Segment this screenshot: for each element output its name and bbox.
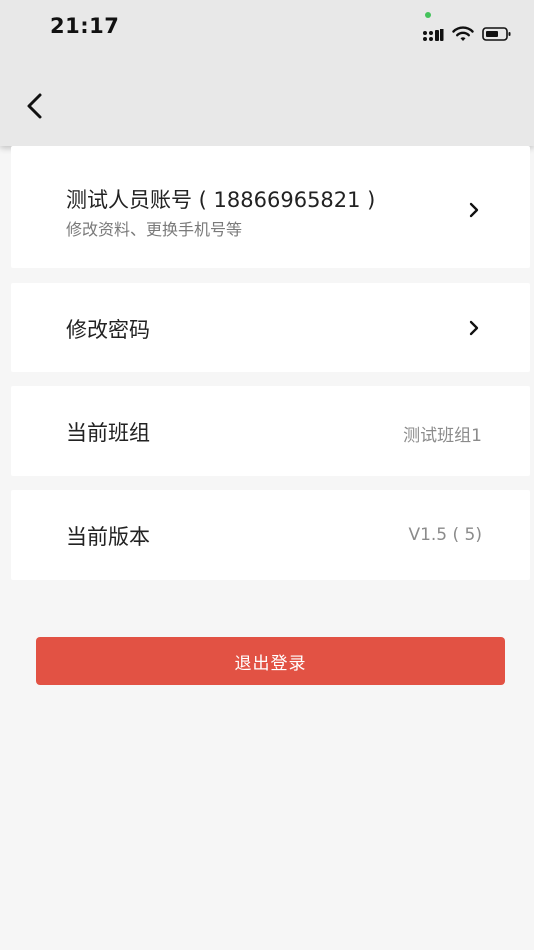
account-subtitle: 修改资料、更换手机号等 bbox=[66, 220, 243, 239]
logout-button[interactable]: 退出登录 bbox=[36, 637, 505, 685]
current-team-item: 当前班组 测试班组1 bbox=[11, 386, 530, 476]
chevron-left-icon bbox=[27, 93, 42, 119]
account-item[interactable]: 测试人员账号 ( 18866965821 ) 修改资料、更换手机号等 bbox=[11, 146, 530, 268]
status-icons bbox=[422, 25, 512, 43]
change-password-label: 修改密码 bbox=[66, 318, 150, 342]
chevron-right-icon bbox=[466, 320, 482, 336]
account-title: 测试人员账号 ( 18866965821 ) bbox=[66, 188, 376, 212]
settings-screen: 21:17 测试人员账号 (18866965821) 修改资料、更换手机号等… bbox=[0, 0, 534, 950]
current-version-value: V1.5 ( 5) bbox=[408, 525, 482, 545]
wifi-icon bbox=[452, 26, 474, 42]
status-time: 21:17 bbox=[50, 14, 120, 38]
current-team-label: 当前班组 bbox=[66, 421, 150, 445]
battery-icon bbox=[482, 26, 512, 42]
current-version-label: 当前版本 bbox=[66, 525, 150, 549]
chevron-right-icon bbox=[466, 202, 482, 218]
current-version-item: 当前版本 V1.5 ( 5) bbox=[11, 490, 530, 580]
change-password-item[interactable]: 修改密码 bbox=[11, 283, 530, 372]
signal-icon bbox=[422, 25, 444, 43]
privacy-indicator-icon bbox=[425, 12, 431, 18]
current-team-value: 测试班组1 bbox=[403, 426, 482, 446]
back-button[interactable] bbox=[22, 91, 52, 121]
top-bar: 21:17 bbox=[0, 0, 534, 146]
